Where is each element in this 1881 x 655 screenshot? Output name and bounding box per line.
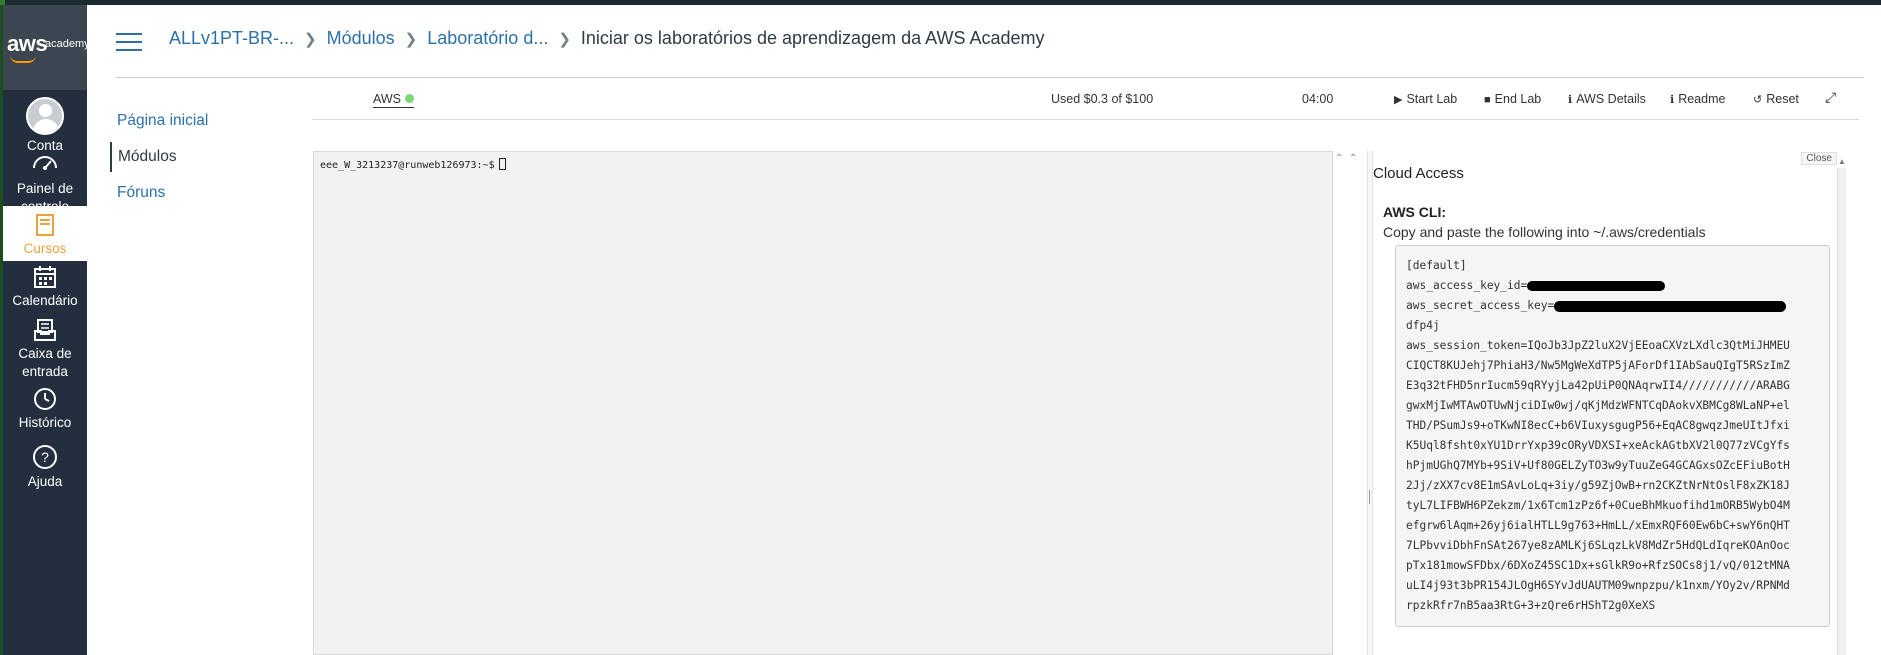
readme-button[interactable]: ℹ Readme: [1670, 92, 1725, 106]
readme-label: Readme: [1678, 92, 1726, 106]
hamburger-menu-icon[interactable]: [116, 33, 142, 51]
svg-text:?: ?: [41, 449, 49, 465]
gnav-history[interactable]: Histórico: [3, 386, 87, 436]
scroll-up-icon[interactable]: ⌃: [1335, 153, 1343, 164]
budget-usage: Used $0.3 of $100: [1051, 92, 1154, 106]
logo-sub: academy: [45, 38, 90, 50]
course-nav: Página inicial Módulos Fóruns: [110, 106, 290, 214]
session-token-line: gwxMjIwMTAwOTUwNjciDIw0wj/qKjMdzWFNTCqDA…: [1406, 399, 1790, 412]
session-token-line: CIQCT8KUJehj7PhiaH3/Nw5MgWeXdTP5jAForDf1…: [1406, 359, 1790, 372]
session-token-line: aws_session_token=IQoJb3JpZ2luX2VjEEoaCX…: [1406, 339, 1790, 352]
reset-icon: ↺: [1753, 94, 1763, 106]
cloud-access-panel: Close Cloud Access AWS CLI: Copy and pas…: [1373, 151, 1845, 655]
gnav-calendar[interactable]: Calendário: [3, 264, 87, 314]
clock-icon: [34, 388, 56, 410]
aws-details-button[interactable]: ℹ AWS Details: [1568, 92, 1646, 106]
terminal-cursor: [498, 158, 506, 170]
lab-toolbar: AWS Used $0.3 of $100 04:00 ▶ Start Lab ■…: [312, 84, 1859, 120]
access-key-label: aws_access_key_id=: [1406, 279, 1528, 292]
panel-scroll-up-icon[interactable]: ▲: [1838, 157, 1846, 166]
aws-console-link[interactable]: AWS: [373, 92, 415, 108]
close-button[interactable]: Close: [1801, 152, 1837, 165]
terminal[interactable]: eee_W_3213237@runweb126973:~$: [313, 151, 1333, 655]
aws-console-label: AWS: [373, 92, 402, 106]
session-token-line: efgrw6lAqm+26yj6ialHTLL9g763+HmLL/xEmxRQ…: [1406, 519, 1790, 532]
gnav-inbox[interactable]: Caixa de entrada: [3, 317, 87, 379]
course-nav-forums[interactable]: Fóruns: [110, 178, 290, 208]
panel-scrollbar[interactable]: [1837, 168, 1846, 655]
header-divider: [116, 77, 1864, 78]
help-circle-icon: ?: [33, 445, 57, 469]
global-nav: aws academy Conta Painel de controle Cur…: [0, 5, 90, 655]
session-token-line: 7LPbvviDbhFnSAt267ye8zAMLKj6SLqzLkV8MdZr…: [1406, 539, 1790, 552]
end-lab-label: End Lab: [1494, 92, 1542, 106]
aws-smile-icon: [10, 55, 36, 63]
book-icon: [36, 214, 54, 236]
session-token-line: pTx181mowSFDbx/6DXoZ45SC1Dx+sGlkR9o+RfzS…: [1406, 559, 1790, 572]
session-token-line: hPjmUGhQ7MYb+9SiV+Uf80GELZyTO3w9yTuuZeG4…: [1406, 459, 1790, 472]
browser-top-strip: [0, 0, 1881, 5]
gnav-help-label: Ajuda: [27, 474, 63, 489]
session-token-line: tyL7LIFBWH6PZekzm/1x6Tcm1zPz6f+0CueBhMku…: [1406, 499, 1790, 512]
breadcrumb-separator-icon: ❯: [558, 31, 571, 48]
stop-icon: ■: [1484, 94, 1491, 106]
breadcrumb: ALLv1PT-BR-... ❯ Módulos ❯ Laboratório d... ❯…: [169, 28, 1045, 49]
breadcrumb-lab[interactable]: Laboratório d...: [427, 28, 548, 48]
gnav-help[interactable]: ? Ajuda: [3, 443, 87, 493]
redaction-mark: [1554, 300, 1787, 312]
lab-timer: 04:00: [1302, 92, 1334, 106]
session-token-line: THD/PSumJs9+oTKwNI8ecC+b6VIuxysgugP56+Eq…: [1406, 419, 1790, 432]
info-icon: ℹ: [1568, 94, 1573, 106]
gnav-calendar-label: Calendário: [12, 293, 78, 308]
gnav-inbox-label: Caixa de entrada: [18, 346, 72, 379]
start-lab-button[interactable]: ▶ Start Lab: [1394, 92, 1457, 106]
breadcrumb-current: Iniciar os laboratórios de aprendizagem …: [580, 28, 1045, 48]
reset-button[interactable]: ↺ Reset: [1753, 92, 1799, 106]
session-token-line: K5Uql8fsht0xYU1DrrYxp39cORyVDXSI+xeAckAG…: [1406, 439, 1790, 452]
gnav-dashboard[interactable]: Painel de controle: [3, 148, 87, 214]
breadcrumb-course[interactable]: ALLv1PT-BR-...: [169, 28, 294, 48]
end-lab-button[interactable]: ■ End Lab: [1484, 92, 1541, 106]
session-token-line: 2Jj/zXX7cv8E1mSAvLoLq+3iy/g59ZjOwB+rn2CK…: [1406, 479, 1790, 492]
breadcrumb-separator-icon: ❯: [304, 31, 317, 48]
access-key-line: aws_access_key_id=: [1406, 276, 1819, 296]
fullscreen-icon[interactable]: ⤢: [1825, 89, 1836, 106]
session-token-line: rpzkRfr7nB5aa3RtG+3+zQre6rHShT2g0XeXS: [1406, 599, 1656, 612]
secret-key-label: aws_secret_access_key=: [1406, 299, 1555, 312]
reset-label: Reset: [1766, 92, 1799, 106]
course-nav-home[interactable]: Página inicial: [110, 106, 290, 136]
redaction-mark: [1527, 281, 1666, 291]
aws-cli-title: AWS CLI:: [1383, 204, 1446, 220]
aws-details-label: AWS Details: [1576, 92, 1646, 106]
course-nav-modules[interactable]: Módulos: [110, 142, 290, 172]
inbox-icon: [34, 319, 56, 341]
gnav-history-label: Histórico: [18, 415, 72, 430]
gnav-courses-label: Cursos: [23, 241, 67, 256]
logo-brand: aws: [7, 31, 48, 56]
credentials-code-block[interactable]: [default] aws_access_key_id= aws_secret_…: [1395, 245, 1830, 627]
breadcrumb-modules[interactable]: Módulos: [327, 28, 395, 48]
secret-key-tail: dfp4j: [1406, 319, 1440, 332]
splitter-grip-icon[interactable]: [1369, 490, 1370, 504]
terminal-prompt: eee_W_3213237@runweb126973:~$: [320, 160, 495, 171]
session-token-line: E3q32tFHD5nrIucm59qRYyjLa42pUiP0QNAqrwII…: [1406, 379, 1790, 392]
start-lab-label: Start Lab: [1406, 92, 1458, 106]
user-avatar-icon: [26, 97, 64, 135]
dashboard-gauge-icon: [33, 156, 57, 170]
secret-key-line: aws_secret_access_key=: [1406, 296, 1819, 316]
collapse-up-icon[interactable]: ⌃: [1349, 153, 1357, 164]
aws-cli-description: Copy and paste the following into ~/.aws…: [1383, 224, 1706, 240]
calendar-icon: [34, 266, 56, 288]
info-icon: ℹ: [1670, 94, 1675, 106]
play-icon: ▶: [1394, 94, 1403, 106]
session-token-line: uLI4j93t3bPR154JLOgH6SYvJdUAUTM09wnpzpu/…: [1406, 579, 1790, 592]
breadcrumb-separator-icon: ❯: [404, 31, 418, 48]
credentials-header: [default]: [1406, 259, 1467, 272]
lab-status-dot-icon: [405, 94, 415, 103]
terminal-scroll-controls: ⌃ ⌃: [1335, 153, 1365, 164]
gnav-courses[interactable]: Cursos: [3, 206, 87, 261]
aws-academy-logo[interactable]: aws academy: [3, 5, 90, 90]
panel-title: Cloud Access: [1373, 165, 1464, 182]
